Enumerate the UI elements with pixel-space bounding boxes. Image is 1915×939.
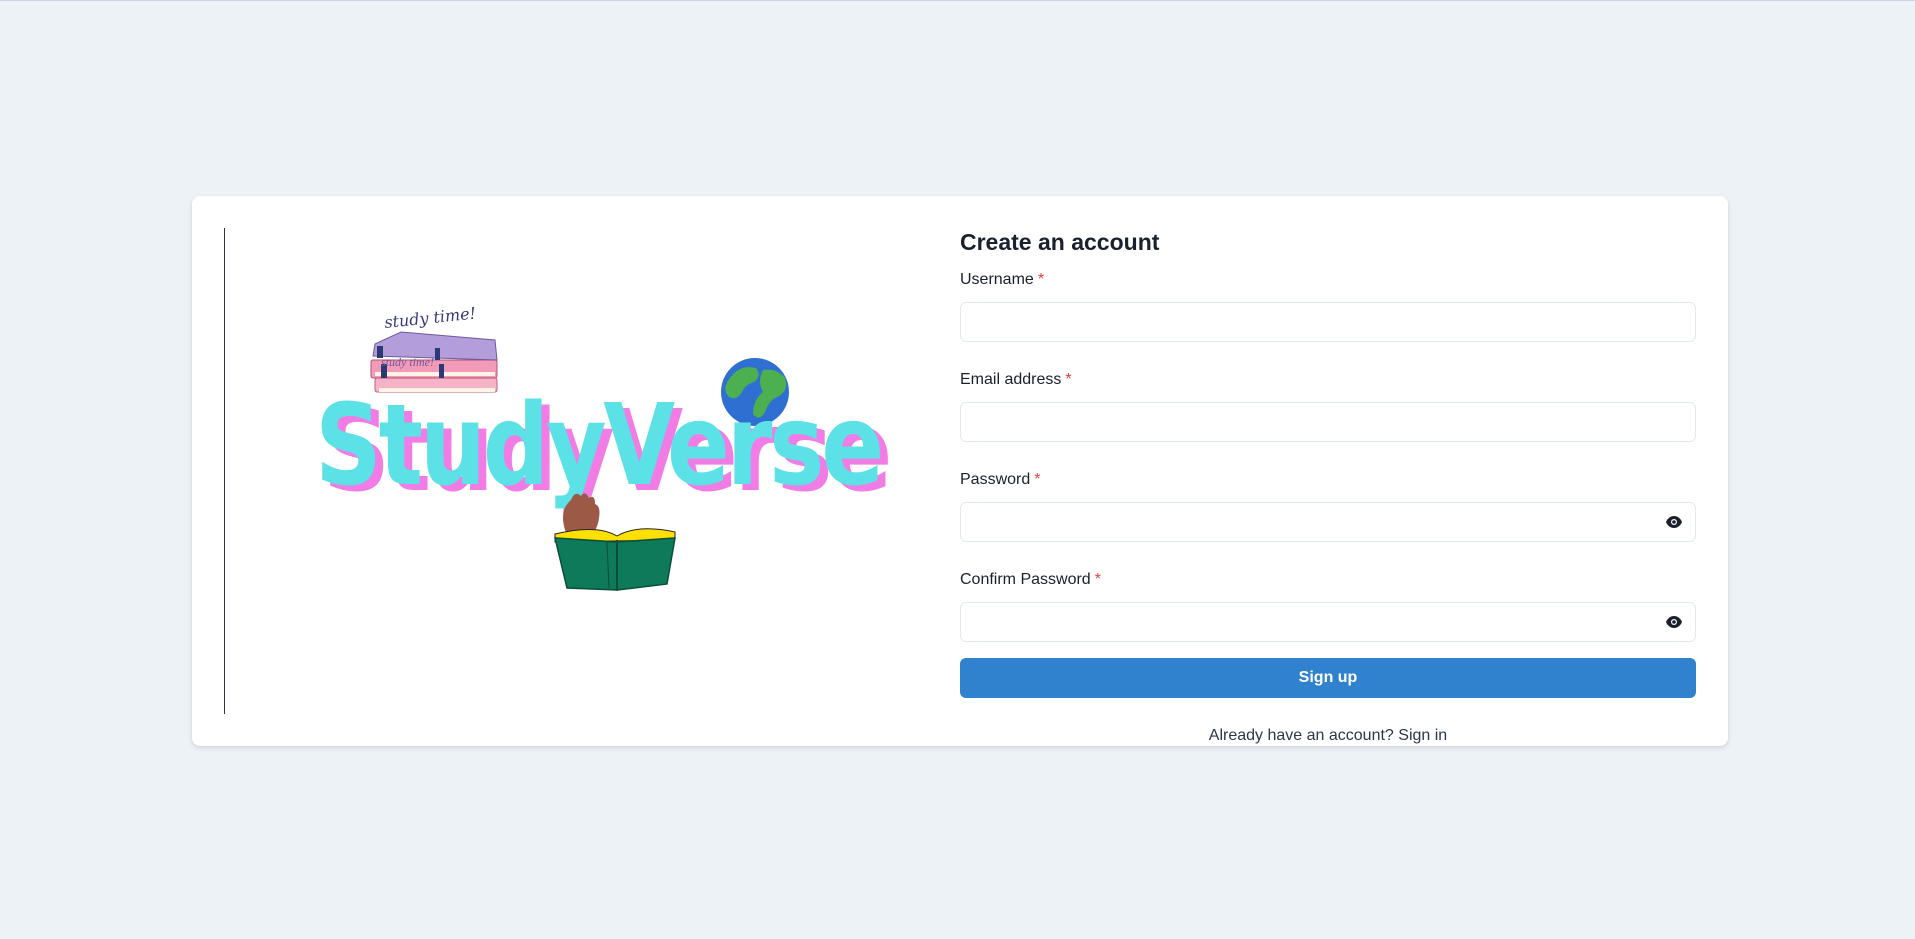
username-input[interactable]	[960, 302, 1696, 342]
studyverse-logo: study time! study time! StudyVerse Study…	[225, 228, 925, 714]
signin-prompt: Already have an account? Sign in	[960, 726, 1696, 746]
email-label: Email address *	[960, 370, 1696, 390]
confirm-password-input-wrap	[960, 602, 1696, 642]
confirm-password-label: Confirm Password *	[960, 570, 1696, 590]
signup-form: Create an account Username * Email addres…	[960, 228, 1696, 746]
sign-up-button[interactable]: Sign up	[960, 658, 1696, 698]
eye-icon[interactable]	[1664, 512, 1684, 532]
logo-tagline: study time!	[381, 355, 434, 369]
required-asterisk: *	[1034, 471, 1041, 488]
email-input-wrap	[960, 402, 1696, 442]
username-field: Username *	[960, 270, 1696, 342]
required-asterisk: *	[1037, 271, 1045, 288]
signup-card: study time! study time! StudyVerse Study…	[192, 196, 1728, 746]
username-label: Username *	[960, 270, 1696, 290]
wordmark: StudyVerse	[315, 381, 881, 511]
study-time-text: study time!	[383, 303, 476, 332]
signin-prompt-text: Already have an account?	[1208, 727, 1394, 744]
open-book-icon	[554, 528, 676, 591]
form-title: Create an account	[960, 229, 1160, 255]
password-field: Password *	[960, 470, 1696, 542]
username-input-wrap	[960, 302, 1696, 342]
sign-in-link[interactable]: Sign in	[1398, 727, 1447, 744]
submit-row: Sign up	[960, 658, 1696, 698]
required-asterisk: *	[1094, 571, 1101, 588]
confirm-password-label-text: Confirm Password	[960, 571, 1091, 588]
password-input-wrap	[960, 502, 1696, 542]
confirm-password-field: Confirm Password *	[960, 570, 1696, 642]
confirm-password-input[interactable]	[960, 602, 1696, 642]
username-label-text: Username	[960, 271, 1034, 288]
required-asterisk: *	[1065, 371, 1072, 388]
top-border	[0, 0, 1915, 1]
brand-panel: study time! study time! StudyVerse Study…	[224, 228, 925, 714]
email-field: Email address *	[960, 370, 1696, 442]
email-input[interactable]	[960, 402, 1696, 442]
password-input[interactable]	[960, 502, 1696, 542]
password-label-text: Password	[960, 471, 1031, 488]
eye-icon[interactable]	[1664, 612, 1684, 632]
email-label-text: Email address	[960, 371, 1062, 388]
password-label: Password *	[960, 470, 1696, 490]
